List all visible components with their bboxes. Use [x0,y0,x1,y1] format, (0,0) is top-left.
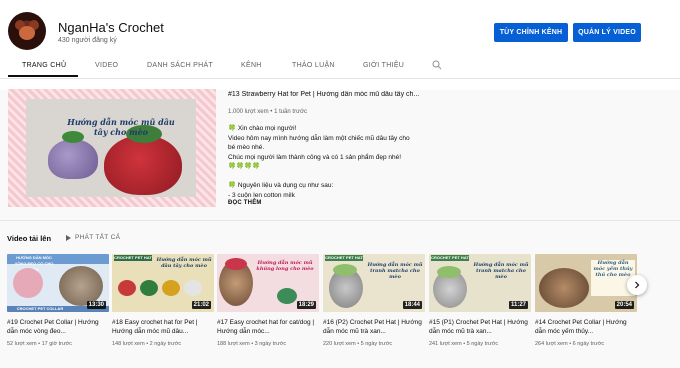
tab-about[interactable]: GIỚI THIỆU [363,62,404,69]
tab-channels[interactable]: KÊNH [241,62,262,69]
description-line [228,172,438,182]
thumbnail-text: Hướng dẫn móc mũ dâu tây cho mèo [156,257,212,269]
thumbnail-label: CROCHET PET HAT [431,255,469,261]
thumbnail-text: Hướng dẫn móc mũ tranh matcha cho mèo [367,262,423,280]
video-meta: 188 lượt xem • 3 ngày trước [217,341,287,347]
video-title[interactable]: #17 Easy crochet hat for cat/dog | Hướng… [217,318,319,336]
section-divider [0,220,680,221]
manage-videos-button[interactable]: QUẢN LÝ VIDEO [573,23,641,42]
featured-video-title[interactable]: #13 Strawberry Hat for Pet | Hướng dẫn m… [228,91,438,98]
carousel-next-button[interactable] [627,275,647,295]
tabs-divider [0,78,680,79]
description-line: bé mèo nhé. [228,144,265,151]
featured-video-thumbnail[interactable]: Hướng dẫn móc mũ dâu tây cho mèo [8,89,216,207]
thumbnail-label: CROCHET PET HAT [325,255,363,261]
hat-image [333,264,357,276]
play-all-button[interactable]: PHÁT TẤT CẢ [66,234,120,241]
play-all-label: PHÁT TẤT CẢ [75,234,121,241]
search-icon[interactable] [432,60,442,70]
video-thumbnail[interactable]: CROCHET PET HAT Hướng dẫn móc mũ tranh m… [429,254,531,312]
video-card[interactable]: Hướng dẫn móc yếm thủy thủ cho mèo 20:54… [535,254,637,347]
hat-image [118,280,136,296]
description-line: 🍀 Nguyên liệu và dụng cụ như sau: [228,182,334,189]
video-meta: 220 lượt xem • 5 ngày trước [323,341,393,347]
video-thumbnail[interactable]: CROCHET PET HAT Hướng dẫn móc mũ tranh m… [323,254,425,312]
video-card[interactable]: CROCHET PET HAT Hướng dẫn móc mũ tranh m… [429,254,531,347]
purple-hat-image [48,131,98,179]
channel-name: NganHa's Crochet [58,20,164,35]
video-title[interactable]: #16 (P2) Crochet Pet Hat | Hướng dẫn móc… [323,318,425,336]
cat-image [539,268,589,308]
description-line: 🍀 Xin chào mọi người! [228,125,297,132]
customize-channel-button[interactable]: TÙY CHỈNH KÊNH [494,23,568,42]
avatar-face [19,26,35,40]
video-duration: 13:30 [86,301,106,309]
description-line: 🍀🍀🍀🍀 [228,163,261,170]
video-meta: 264 lượt xem • 6 ngày trước [535,341,605,347]
video-title[interactable]: #18 Easy crochet hat for Pet | Hướng dẫn… [112,318,214,336]
video-thumbnail[interactable]: CROCHET PET HAT Hướng dẫn móc mũ dâu tây… [112,254,214,312]
description-line: Chúc mọi người làm thành công và có 1 sả… [228,153,402,161]
video-title[interactable]: #15 (P1) Crochet Pet Hat | Hướng dẫn móc… [429,318,531,336]
video-title[interactable]: #19 Crochet Pet Collar | Hướng dẫn móc v… [7,318,109,336]
active-tab-indicator [8,75,78,77]
tab-community[interactable]: THẢO LUẬN [292,62,335,69]
video-meta: 52 lượt xem • 17 giờ trước [7,341,73,347]
tab-home[interactable]: TRANG CHỦ [22,62,66,69]
hat-image [277,288,297,304]
video-duration: 20:54 [614,301,634,309]
read-more-link[interactable]: ĐỌC THÊM [228,200,262,206]
featured-video-description: 🍀 Xin chào mọi người! Video hôm nay mình… [228,124,438,200]
hat-image [437,266,461,278]
tab-videos[interactable]: VIDEO [95,62,118,69]
featured-thumbnail-image: Hướng dẫn móc mũ dâu tây cho mèo [26,99,196,197]
video-thumbnail[interactable]: Hướng dẫn móc mũ khủng long cho mèo 18:2… [217,254,319,312]
video-card[interactable]: CROCHET PET HAT Hướng dẫn móc mũ dâu tây… [112,254,214,347]
video-card[interactable]: HƯỚNG DẪN MÓC VÒNG ĐEO CỔ CHO CÚN CROCHE… [7,254,109,347]
chevron-right-icon [635,281,640,289]
thumbnail-label: CROCHET PET COLLAR [16,306,64,311]
video-duration: 21:02 [191,301,211,309]
featured-video-meta: 1.000 lượt xem • 1 tuần trước [228,109,308,115]
hat-image [184,280,202,296]
video-card[interactable]: CROCHET PET HAT Hướng dẫn móc mũ tranh m… [323,254,425,347]
thumbnail-text: Hướng dẫn móc mũ khủng long cho mèo [256,260,314,272]
channel-header: NganHa's Crochet 430 người đăng ký TÙY C… [0,0,680,90]
video-duration: 11:27 [508,301,528,309]
play-icon [66,234,71,241]
description-line: - 3 cuộn len cotton milk [228,191,295,199]
video-thumbnail[interactable]: Hướng dẫn móc yếm thủy thủ cho mèo 20:54 [535,254,637,312]
description-line: Video hôm nay mình hướng dẫn làm một chi… [228,134,410,142]
uploads-video-row: HƯỚNG DẪN MÓC VÒNG ĐEO CỔ CHO CÚN CROCHE… [0,254,680,354]
video-meta: 241 lượt xem • 5 ngày trước [429,341,499,347]
channel-tabs: TRANG CHỦ VIDEO DANH SÁCH PHÁT KÊNH THẢO… [0,56,680,78]
featured-thumbnail-text: Hướng dẫn móc mũ dâu tây cho mèo [67,117,175,137]
thumbnail-label: CROCHET PET HAT [114,255,152,261]
video-duration: 18:29 [296,301,316,309]
tab-playlists[interactable]: DANH SÁCH PHÁT [147,62,213,69]
cat-image [59,266,103,306]
hat-image [225,258,247,270]
video-meta: 148 lượt xem • 2 ngày trước [112,341,182,347]
video-thumbnail[interactable]: HƯỚNG DẪN MÓC VÒNG ĐEO CỔ CHO CÚN CROCHE… [7,254,109,312]
video-duration: 18:44 [402,301,422,309]
video-title[interactable]: #14 Crochet Pet Collar | Hướng dẫn móc y… [535,318,637,336]
thumbnail-text: Hướng dẫn móc mũ tranh matcha cho mèo [473,262,529,280]
subscriber-count: 430 người đăng ký [58,37,117,44]
hat-image [140,280,158,296]
channel-avatar[interactable] [8,12,46,50]
hat-image [162,280,180,296]
collar-image [13,268,43,298]
uploads-section-title[interactable]: Video tải lên [7,234,51,243]
red-strawberry-hat-image [104,125,182,195]
video-card[interactable]: Hướng dẫn móc mũ khủng long cho mèo 18:2… [217,254,319,347]
